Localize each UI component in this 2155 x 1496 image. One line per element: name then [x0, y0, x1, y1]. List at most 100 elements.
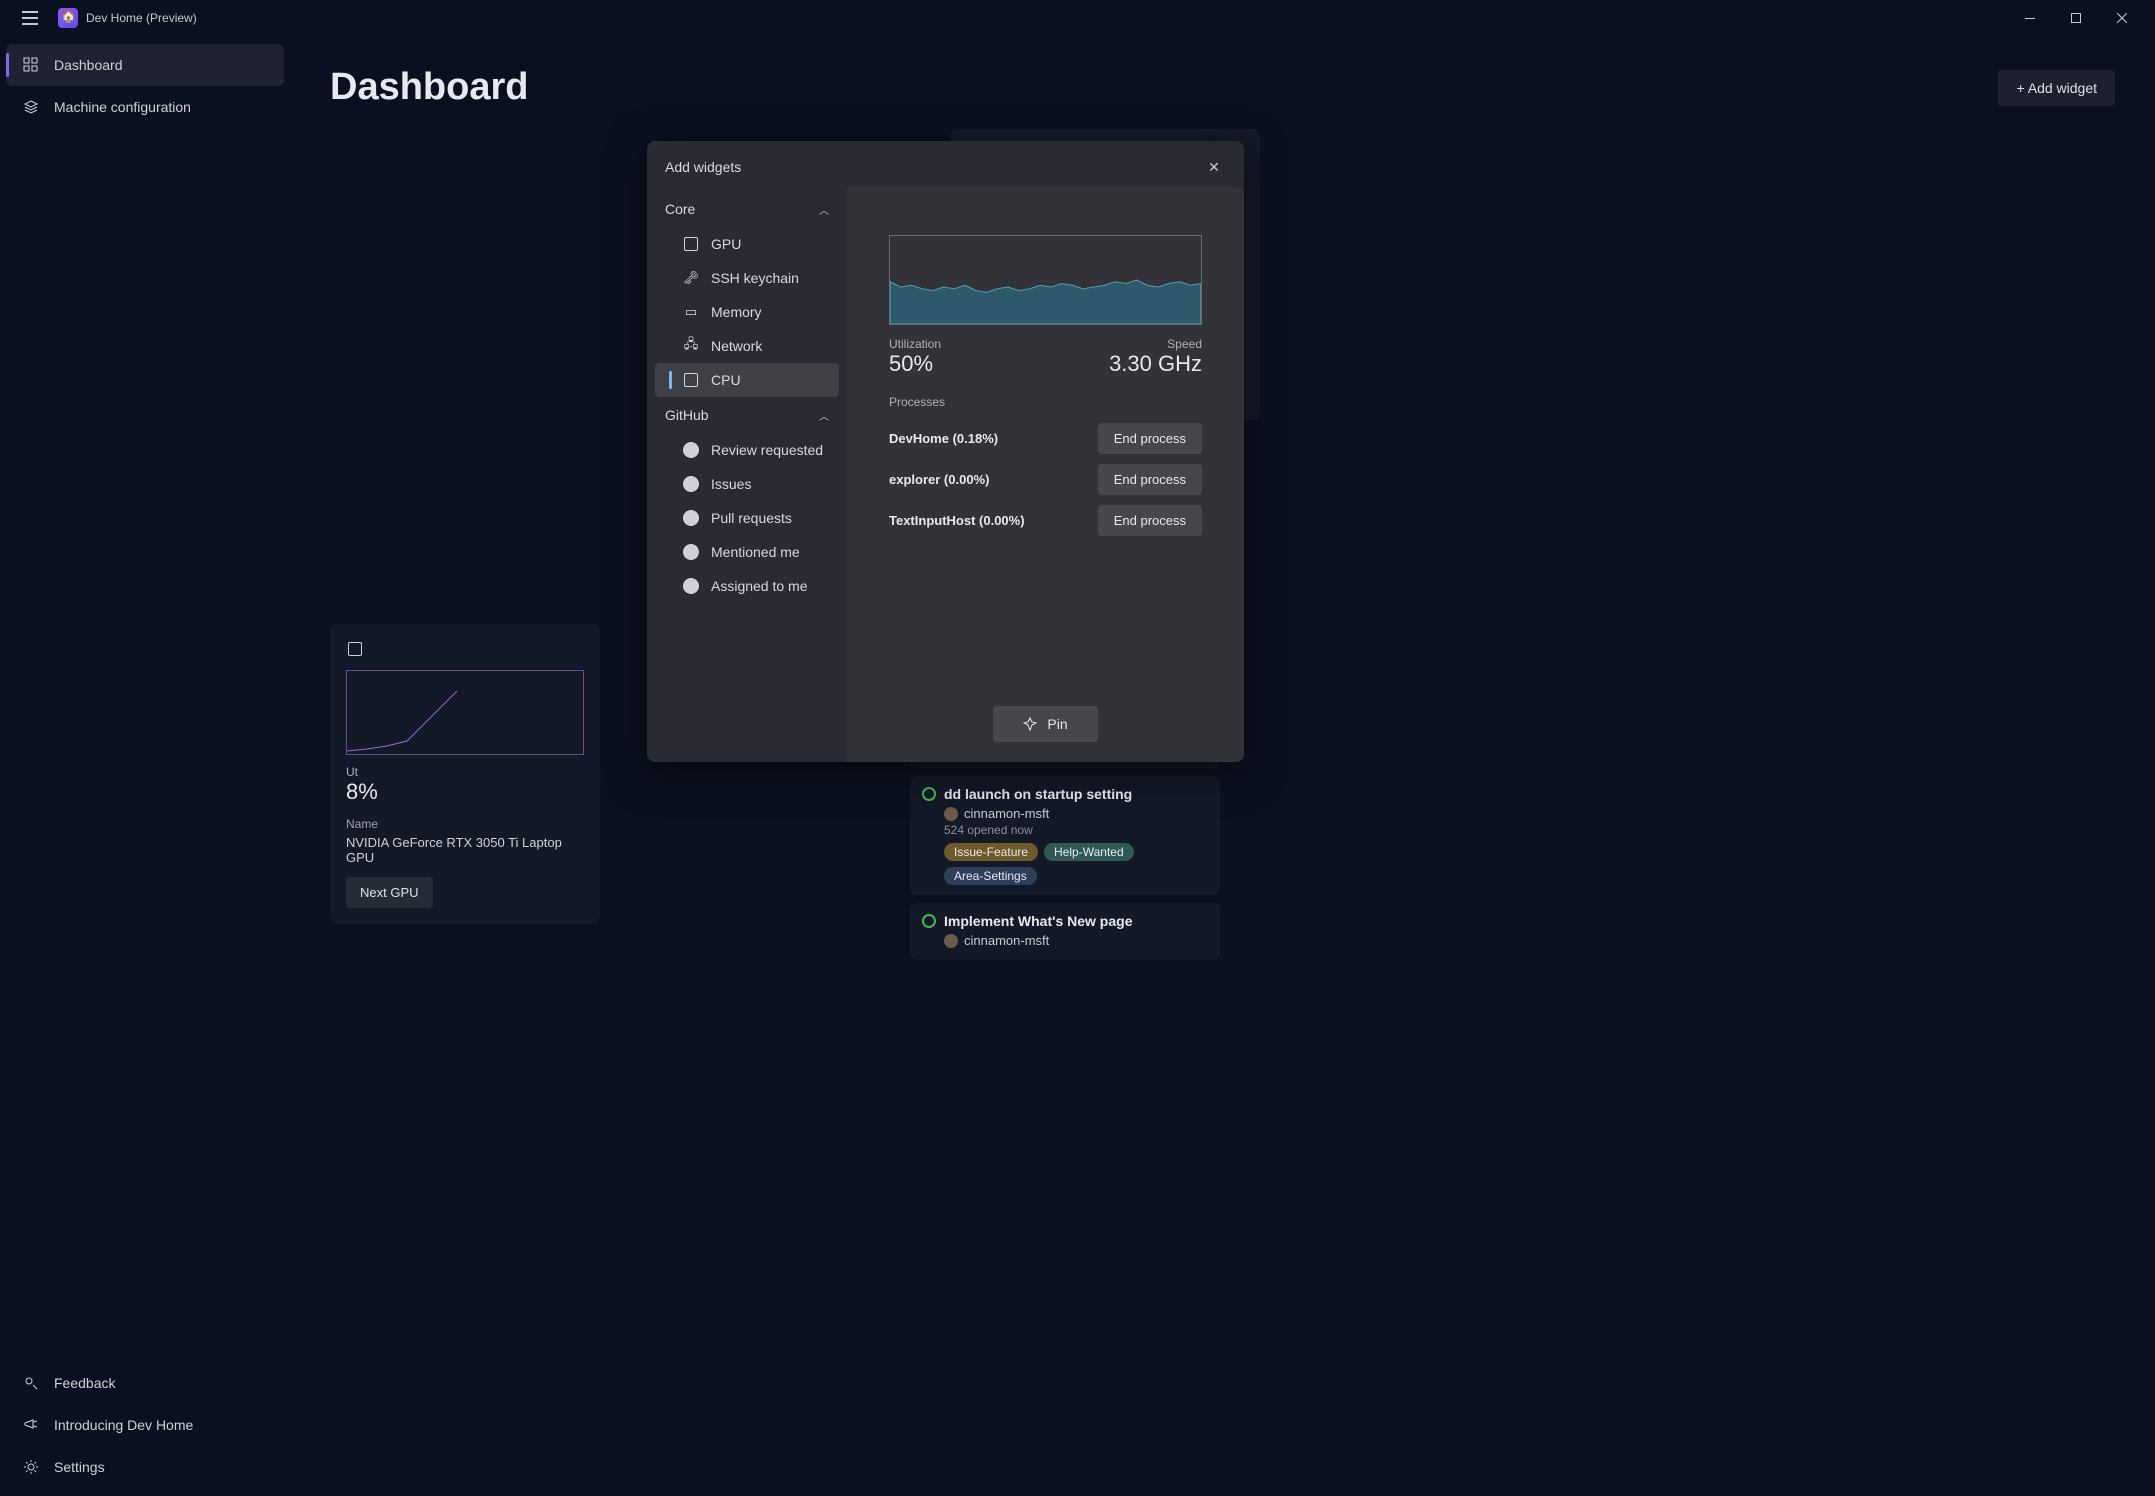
issue-open-icon	[922, 914, 936, 928]
close-button[interactable]	[2099, 0, 2145, 36]
gear-icon	[22, 1458, 40, 1476]
cpu-chart	[889, 235, 1202, 325]
sidebar-item-label: Dashboard	[54, 57, 123, 73]
hamburger-icon	[22, 11, 38, 25]
minimize-button[interactable]	[2007, 0, 2053, 36]
section-github[interactable]: GitHub ︿	[655, 397, 839, 433]
chevron-up-icon: ︿	[819, 202, 829, 217]
widget-preview: Utilization 50% Speed 3.30 GHz Processes…	[847, 187, 1244, 762]
issue-author: cinnamon-msft	[964, 806, 1049, 821]
section-core[interactable]: Core ︿	[655, 191, 839, 227]
process-name: explorer (0.00%)	[889, 472, 989, 487]
modal-close-button[interactable]: ✕	[1202, 155, 1226, 179]
maximize-icon	[2071, 13, 2081, 23]
end-process-button[interactable]: End process	[1098, 423, 1202, 454]
window-controls	[2007, 0, 2145, 36]
widget-option-cpu[interactable]: CPU	[655, 363, 839, 397]
widget-option-review[interactable]: Review requested	[655, 433, 839, 467]
layers-icon	[22, 98, 40, 116]
dashboard-icon	[22, 56, 40, 74]
process-row: DevHome (0.18%) End process	[889, 423, 1202, 454]
widget-option-memory[interactable]: ▭Memory	[655, 295, 839, 329]
avatar	[944, 934, 958, 948]
sidebar-item-dashboard[interactable]: Dashboard	[6, 44, 284, 86]
process-row: TextInputHost (0.00%) End process	[889, 505, 1202, 536]
process-name: TextInputHost (0.00%)	[889, 513, 1025, 528]
widget-option-assigned[interactable]: Assigned to me	[655, 569, 839, 603]
widget-option-issues[interactable]: Issues	[655, 467, 839, 501]
chip-icon	[683, 372, 699, 388]
maximize-button[interactable]	[2053, 0, 2099, 36]
chevron-up-icon: ︿	[819, 408, 829, 423]
github-icon	[683, 442, 699, 458]
modal-title: Add widgets	[665, 159, 741, 175]
github-icon	[683, 476, 699, 492]
keychain-icon: 🗝	[683, 270, 699, 286]
widget-option-mentioned[interactable]: Mentioned me	[655, 535, 839, 569]
end-process-button[interactable]: End process	[1098, 505, 1202, 536]
issue-title-text: dd launch on startup setting	[944, 786, 1132, 802]
issue-title-text: Implement What's New page	[944, 913, 1132, 929]
titlebar: Dev Home (Preview)	[0, 0, 2155, 36]
issue-card[interactable]: dd launch on startup setting cinnamon-ms…	[910, 776, 1220, 895]
modal-nav: Core ︿ GPU 🗝SSH keychain ▭Memory 🖧Networ…	[647, 187, 847, 762]
utilization-label: Utilization	[889, 337, 941, 351]
sidebar-item-settings[interactable]: Settings	[6, 1446, 284, 1488]
app-icon	[58, 8, 78, 28]
minimize-icon	[2025, 18, 2035, 19]
sidebar: Dashboard Machine configuration Feedback…	[0, 36, 290, 1496]
widget-option-network[interactable]: 🖧Network	[655, 329, 839, 363]
megaphone-icon	[22, 1416, 40, 1434]
page-title: Dashboard	[330, 66, 528, 109]
close-icon	[2117, 13, 2127, 23]
add-widgets-modal: Add widgets ✕ Core ︿ GPU 🗝SSH keychain ▭…	[647, 141, 1244, 762]
sidebar-item-label: Feedback	[54, 1375, 115, 1391]
gpu-util-label: Ut	[346, 765, 584, 779]
sidebar-item-label: Introducing Dev Home	[54, 1417, 193, 1433]
issue-open-icon	[922, 787, 936, 801]
speed-value: 3.30 GHz	[1109, 351, 1202, 377]
sidebar-item-introducing[interactable]: Introducing Dev Home	[6, 1404, 284, 1446]
issue-label: Area-Settings	[944, 867, 1037, 885]
sidebar-item-label: Machine configuration	[54, 99, 191, 115]
hamburger-menu-button[interactable]	[10, 0, 50, 36]
add-widget-button[interactable]: + Add widget	[1998, 70, 2115, 106]
utilization-value: 50%	[889, 351, 941, 377]
gpu-widget: Ut 8% Name NVIDIA GeForce RTX 3050 Ti La…	[330, 624, 600, 924]
issue-author: cinnamon-msft	[964, 933, 1049, 948]
gpu-name-value: NVIDIA GeForce RTX 3050 Ti Laptop GPU	[346, 835, 584, 865]
pin-button[interactable]: Pin	[993, 706, 1097, 742]
chip-icon	[683, 236, 699, 252]
issue-card[interactable]: Implement What's New page cinnamon-msft	[910, 903, 1220, 960]
chip-icon	[346, 640, 364, 658]
process-name: DevHome (0.18%)	[889, 431, 998, 446]
issue-meta: 524 opened now	[944, 823, 1208, 837]
github-icon	[683, 544, 699, 560]
section-label: GitHub	[665, 407, 709, 423]
speed-label: Speed	[1109, 337, 1202, 351]
avatar	[944, 807, 958, 821]
process-row: explorer (0.00%) End process	[889, 464, 1202, 495]
sidebar-item-feedback[interactable]: Feedback	[6, 1362, 284, 1404]
github-icon	[683, 510, 699, 526]
gpu-util-value: 8%	[346, 779, 584, 805]
end-process-button[interactable]: End process	[1098, 464, 1202, 495]
processes-label: Processes	[889, 395, 1202, 409]
sidebar-item-label: Settings	[54, 1459, 105, 1475]
next-gpu-button[interactable]: Next GPU	[346, 877, 433, 908]
issue-label: Help-Wanted	[1044, 843, 1134, 861]
network-icon: 🖧	[683, 338, 699, 354]
widget-option-prs[interactable]: Pull requests	[655, 501, 839, 535]
pin-icon	[1023, 717, 1037, 731]
memory-icon: ▭	[683, 304, 699, 320]
gpu-name-label: Name	[346, 817, 584, 831]
github-icon	[683, 578, 699, 594]
issue-label: Issue-Feature	[944, 843, 1038, 861]
sidebar-item-machine-config[interactable]: Machine configuration	[6, 86, 284, 128]
widget-option-ssh[interactable]: 🗝SSH keychain	[655, 261, 839, 295]
main-content: Dashboard + Add widget Network ⋯ Receive…	[290, 36, 2155, 1496]
section-label: Core	[665, 201, 695, 217]
app-title: Dev Home (Preview)	[86, 11, 197, 25]
feedback-icon	[22, 1374, 40, 1392]
widget-option-gpu[interactable]: GPU	[655, 227, 839, 261]
